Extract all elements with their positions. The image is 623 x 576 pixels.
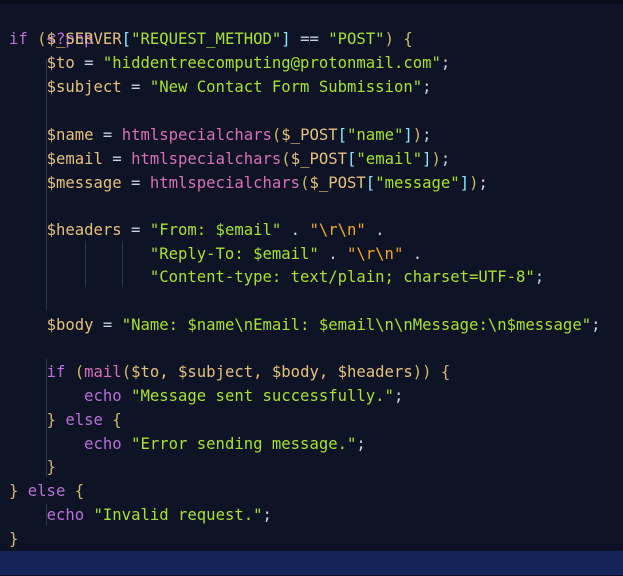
function-name: htmlspecialchars [131, 150, 282, 168]
string: "Error sending message." [131, 435, 357, 453]
function-name: mail [84, 363, 122, 381]
string: "POST" [328, 30, 385, 48]
code-line[interactable]: } [9, 528, 18, 552]
string: "From: $email" [149, 221, 282, 239]
code-line[interactable]: echo "Message sent successfully."; [9, 385, 403, 409]
code-line[interactable]: } else { [9, 409, 122, 433]
escape-string: "\r\n" [309, 221, 366, 239]
code-line[interactable]: "Reply-To: $email" . "\r\n" . [9, 243, 422, 267]
code-line[interactable]: $email = htmlspecialchars($_POST["email"… [9, 148, 451, 172]
variable: $headers [46, 221, 122, 239]
string: "Invalid request." [93, 506, 263, 524]
string: "email" [356, 150, 423, 168]
function-name: htmlspecialchars [121, 126, 272, 144]
code-line[interactable]: $to = "hiddentreecomputing@protonmail.co… [9, 52, 451, 76]
code-line[interactable]: $message = htmlspecialchars($_POST["mess… [9, 172, 488, 196]
escape-string: "\r\n" [347, 245, 404, 263]
code-line[interactable]: } [9, 456, 56, 480]
variable: $email [46, 150, 103, 168]
variable: $to [46, 54, 75, 72]
code-line[interactable]: "Content-type: text/plain; charset=UTF-8… [9, 266, 544, 290]
string: "Content-type: text/plain; charset=UTF-8… [149, 268, 535, 286]
variable: $body [46, 316, 94, 334]
variable: $name [46, 126, 94, 144]
variable: $_POST [281, 126, 338, 144]
variable: $subject [46, 78, 122, 96]
keyword: else [27, 482, 66, 500]
code-line[interactable]: $headers = "From: $email" . "\r\n" . [9, 219, 385, 243]
code-line[interactable]: $subject = "New Contact Form Submission"… [9, 76, 432, 100]
string: "Name: $name\nEmail: $email\n\nMessage:\… [121, 316, 592, 334]
operator: == [300, 30, 319, 48]
keyword: echo [84, 435, 122, 453]
keyword: if [9, 30, 28, 48]
code-editor[interactable]: <?php if ($_SERVER["REQUEST_METHOD"] == … [0, 0, 623, 576]
string: "REQUEST_METHOD" [131, 30, 282, 48]
variable: $_POST [309, 174, 366, 192]
string: "message" [375, 174, 460, 192]
code-line[interactable]: if (mail($to, $subject, $body, $headers)… [9, 361, 451, 385]
code-line[interactable]: <?php [9, 4, 94, 48]
string: "New Contact Form Submission" [149, 78, 423, 96]
code-line[interactable]: $name = htmlspecialchars($_POST["name"])… [9, 124, 432, 148]
function-name: htmlspecialchars [149, 174, 301, 192]
keyword: else [65, 411, 103, 429]
current-code-line[interactable]: ?> [0, 551, 623, 575]
keyword: echo [84, 387, 122, 405]
variable: $_SERVER [46, 30, 122, 48]
variable: $to, $subject, $body, $headers [131, 363, 413, 381]
variable: $_POST [290, 150, 348, 168]
code-line[interactable]: if ($_SERVER["REQUEST_METHOD"] == "POST"… [9, 28, 413, 52]
string: "Reply-To: $email" [149, 245, 319, 263]
code-line[interactable]: $body = "Name: $name\nEmail: $email\n\nM… [9, 314, 601, 338]
string: "hiddentreecomputing@protonmail.com" [102, 54, 441, 72]
variable: $message [46, 174, 122, 192]
code-line[interactable]: } else { [9, 480, 84, 504]
string: "Message sent successfully." [131, 387, 394, 405]
keyword: echo [46, 506, 85, 524]
string: "name" [347, 126, 404, 144]
keyword: if [46, 363, 66, 381]
code-line[interactable]: echo "Error sending message."; [9, 433, 366, 457]
code-line[interactable]: echo "Invalid request."; [9, 504, 272, 528]
